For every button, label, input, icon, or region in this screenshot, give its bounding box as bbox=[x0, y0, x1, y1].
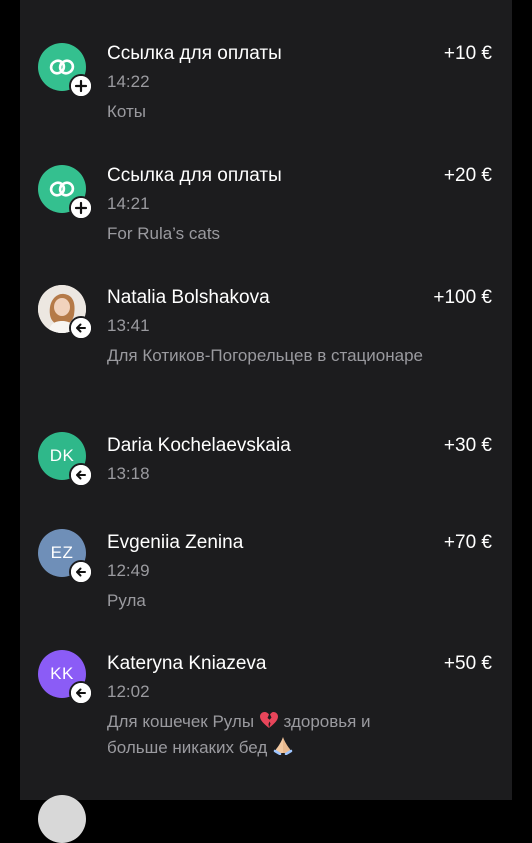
avatar bbox=[38, 285, 93, 340]
avatar bbox=[38, 795, 86, 843]
transaction-title: Natalia Bolshakova bbox=[107, 287, 270, 308]
plus-badge bbox=[69, 196, 93, 220]
transaction-time: 13:18 bbox=[107, 464, 150, 483]
avatar: DK bbox=[38, 432, 93, 487]
arrow-left-icon bbox=[71, 683, 91, 703]
incoming-badge bbox=[69, 316, 93, 340]
plus-icon bbox=[71, 198, 91, 218]
avatar: KK bbox=[38, 650, 93, 705]
transaction-amount: +30 € bbox=[443, 435, 492, 456]
transaction-time: 12:49 bbox=[107, 561, 150, 580]
avatar: EZ bbox=[38, 529, 93, 584]
transaction-amount: +10 € bbox=[443, 43, 492, 64]
avatar bbox=[38, 165, 93, 220]
transaction-note: For Rula’s cats bbox=[107, 224, 221, 243]
transaction-time: 13:41 bbox=[107, 316, 150, 335]
transactions-panel: Ссылка для оплаты +10 € 14:22 Коты Ссылк… bbox=[20, 0, 512, 843]
note-text: Для кошечек Рулы bbox=[107, 712, 255, 731]
broken-heart-emoji bbox=[259, 712, 278, 728]
transaction-amount: +100 € bbox=[433, 287, 492, 308]
transaction-title: Ссылка для оплаты bbox=[107, 43, 282, 64]
transaction-note: Рула bbox=[107, 591, 146, 610]
avatar bbox=[38, 43, 93, 98]
transaction-time: 14:22 bbox=[107, 72, 150, 91]
folded-hands-emoji bbox=[273, 737, 293, 755]
transaction-title: Daria Kochelaevskaia bbox=[107, 435, 291, 456]
incoming-badge bbox=[69, 463, 93, 487]
transaction-title: Ссылка для оплаты bbox=[107, 165, 282, 186]
plus-badge bbox=[69, 74, 93, 98]
transaction-note: Коты bbox=[107, 102, 146, 121]
arrow-left-icon bbox=[71, 465, 91, 485]
transaction-note: Для кошечек Рулы здоровья и больше никак… bbox=[107, 709, 427, 761]
incoming-badge bbox=[69, 560, 93, 584]
arrow-left-icon bbox=[71, 318, 91, 338]
transaction-note: Для Котиков-Погорельцев в стационаре bbox=[107, 346, 423, 365]
transaction-title: Evgeniia Zenina bbox=[107, 532, 244, 553]
transaction-title: Kateryna Kniazeva bbox=[107, 653, 267, 674]
transaction-amount: +20 € bbox=[443, 165, 492, 186]
transaction-time: 14:21 bbox=[107, 194, 150, 213]
transaction-amount: +70 € bbox=[443, 532, 492, 553]
transaction-time: 12:02 bbox=[107, 682, 150, 701]
transaction-amount: +50 € bbox=[443, 653, 492, 674]
plus-icon bbox=[71, 76, 91, 96]
incoming-badge bbox=[69, 681, 93, 705]
arrow-left-icon bbox=[71, 562, 91, 582]
